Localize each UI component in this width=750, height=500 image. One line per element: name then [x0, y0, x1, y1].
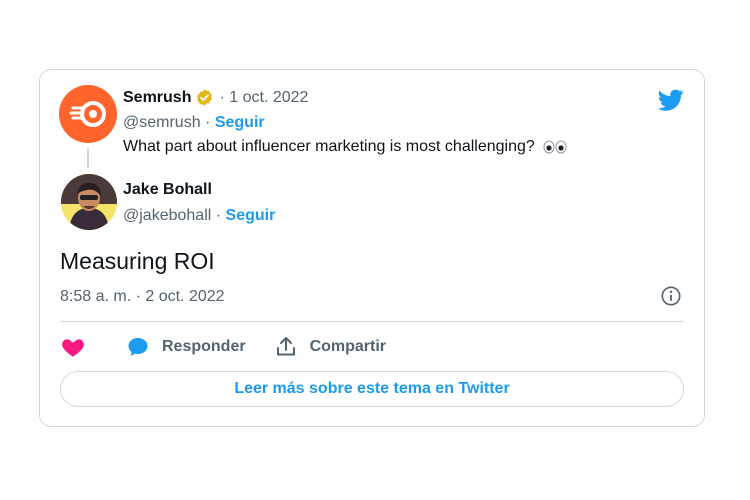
reply-author-name[interactable]: Jake Bohall [123, 181, 212, 198]
parent-author-name[interactable]: Semrush [123, 89, 191, 107]
divider [60, 321, 684, 322]
handle-separator: · [205, 114, 211, 131]
follow-jake-link[interactable]: Seguir [226, 207, 276, 224]
reply-timestamp[interactable]: 8:58 a. m. · 2 oct. 2022 [60, 288, 225, 306]
parent-handle[interactable]: @semrush [123, 114, 201, 131]
read-more-button[interactable]: Leer más sobre este tema en Twitter [60, 371, 684, 407]
parent-date[interactable]: 1 oct. 2022 [229, 89, 308, 106]
eyes-emoji-icon [543, 140, 567, 154]
jake-bohall-avatar[interactable] [61, 174, 117, 230]
reply-label: Responder [162, 338, 246, 355]
parent-header: Semrush · 1 oct. 2022 [123, 88, 308, 107]
header-separator: · [219, 88, 225, 106]
semrush-avatar[interactable] [59, 85, 117, 143]
thread-connector-line [87, 148, 89, 168]
action-bar: Responder Compartir [60, 334, 386, 360]
reply-bubble-icon [128, 338, 148, 356]
semrush-logo [59, 85, 117, 143]
share-label: Compartir [309, 338, 387, 355]
twitter-bird-icon[interactable] [656, 87, 686, 113]
handle-separator: · [215, 207, 222, 224]
parent-tweet-body: What part about influencer marketing is … [123, 138, 535, 155]
share-button[interactable]: Compartir [274, 335, 386, 359]
verified-badge-icon [197, 89, 213, 106]
reply-header: Jake Bohall [123, 181, 212, 199]
parent-handle-row: @semrush · Seguir [123, 114, 265, 132]
tweet-embed-card: Semrush · 1 oct. 2022 @semrush · Seguir … [39, 69, 705, 427]
reply-handle[interactable]: @jakebohall [123, 207, 211, 224]
share-icon [276, 337, 295, 356]
profile-photo [61, 174, 117, 230]
follow-semrush-link[interactable]: Seguir [215, 114, 265, 131]
info-icon[interactable] [660, 285, 682, 307]
reply-tweet-text: Measuring ROI [60, 248, 215, 274]
reply-handle-row: @jakebohall · Seguir [123, 207, 275, 225]
parent-tweet-text: What part about influencer marketing is … [123, 138, 567, 156]
heart-icon[interactable] [60, 334, 86, 360]
reply-button[interactable]: Responder [126, 335, 246, 359]
